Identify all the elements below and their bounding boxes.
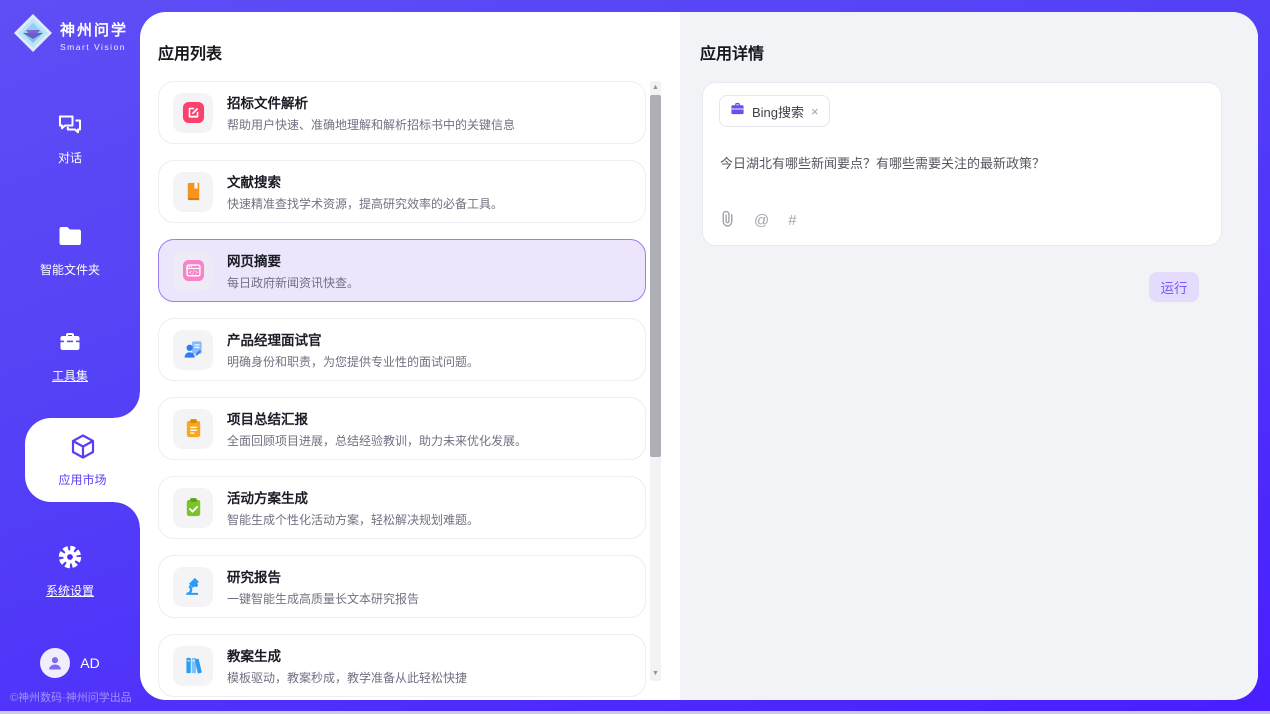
sidebar-item-smart-folder[interactable]: 智能文件夹 <box>0 222 140 278</box>
toolbox-icon <box>56 328 84 361</box>
app-card-desc: 模板驱动，教案秒成，教学准备从此轻松快捷 <box>227 669 467 686</box>
svg-text:</>: </> <box>188 270 198 276</box>
sidebar-item-label: 对话 <box>58 149 82 166</box>
folder-icon <box>56 222 84 255</box>
remove-tag-icon[interactable]: × <box>811 104 819 119</box>
app-window: 神州问学 Smart Vision 对话 智能文件夹 <box>0 0 1270 714</box>
scroll-down-icon[interactable]: ▼ <box>650 667 661 681</box>
app-card[interactable]: 项目总结汇报 全面回顾项目进展，总结经验教训，助力未来优化发展。 <box>158 397 646 460</box>
app-card-name: 教案生成 <box>227 645 467 665</box>
user-account[interactable]: AD <box>0 648 140 678</box>
content-panel: 应用列表 招标文件解析 帮助用户快速、准确地理解和解析招标书中的关键信息 文献搜… <box>140 12 1258 700</box>
app-card-name: 研究报告 <box>227 566 419 586</box>
prompt-input[interactable]: 今日湖北有哪些新闻要点？有哪些需要关注的最新政策？ <box>720 153 1205 172</box>
hashtag-icon[interactable]: # <box>788 212 796 229</box>
app-card-name: 网页摘要 <box>227 250 359 270</box>
scroll-up-icon[interactable]: ▲ <box>650 81 661 95</box>
avatar <box>40 648 70 678</box>
scrollbar-thumb[interactable] <box>650 95 661 457</box>
brand-name: 神州问学 <box>60 19 128 40</box>
sidebar-item-toolset[interactable]: 工具集 <box>0 328 140 384</box>
user-id-label: AD <box>80 655 99 671</box>
sidebar-item-label: 系统设置 <box>46 582 94 599</box>
app-card[interactable]: 活动方案生成 智能生成个性化活动方案，轻松解决规划难题。 <box>158 476 646 539</box>
app-card-name: 文献搜索 <box>227 171 503 191</box>
clipboard-check-icon <box>173 488 213 528</box>
app-card-name: 活动方案生成 <box>227 487 479 507</box>
copyright-footer: ©神州数码·神州问学出品 <box>10 689 132 705</box>
chat-icon <box>56 110 84 143</box>
sidebar-item-app-market[interactable]: 应用市场 <box>25 418 140 502</box>
sidebar-item-label: 智能文件夹 <box>40 261 100 278</box>
prompt-card: Bing搜索 × 今日湖北有哪些新闻要点？有哪些需要关注的最新政策？ @ # <box>702 82 1222 246</box>
app-card[interactable]: 产品经理面试官 明确身份和职责，为您提供专业性的面试问题。 <box>158 318 646 381</box>
app-card-desc: 快速精准查找学术资源，提高研究效率的必备工具。 <box>227 195 503 212</box>
sidebar-item-label: 工具集 <box>52 367 88 384</box>
app-card[interactable]: 研究报告 一键智能生成高质量长文本研究报告 <box>158 555 646 618</box>
app-card-name: 招标文件解析 <box>227 92 515 112</box>
books-icon <box>173 646 213 686</box>
app-card-desc: 明确身份和职责，为您提供专业性的面试问题。 <box>227 353 479 370</box>
tool-tag-bing-search[interactable]: Bing搜索 × <box>719 95 830 127</box>
brand-subtitle: Smart Vision <box>60 42 128 52</box>
app-card-name: 产品经理面试官 <box>227 329 479 349</box>
sidebar: 神州问学 Smart Vision 对话 智能文件夹 <box>0 0 140 711</box>
mention-icon[interactable]: @ <box>754 212 769 229</box>
sidebar-item-chat[interactable]: 对话 <box>0 110 140 166</box>
microscope-icon <box>173 567 213 607</box>
app-list: 招标文件解析 帮助用户快速、准确地理解和解析招标书中的关键信息 文献搜索 快速精… <box>158 81 646 700</box>
app-card-name: 项目总结汇报 <box>227 408 527 428</box>
sidebar-item-settings[interactable]: 系统设置 <box>0 543 140 599</box>
app-card-desc: 帮助用户快速、准确地理解和解析招标书中的关键信息 <box>227 116 515 133</box>
browser-code-icon: </> <box>173 251 213 291</box>
cube-icon <box>68 432 98 467</box>
diamond-logo-icon <box>12 12 54 59</box>
app-detail-title: 应用详情 <box>700 40 764 64</box>
app-detail-section: 应用详情 Bing搜索 × 今日湖北有哪些新闻要点？有哪些需要关注的最新政策？ <box>680 12 1258 700</box>
app-card[interactable]: 教案生成 模板驱动，教案秒成，教学准备从此轻松快捷 <box>158 634 646 697</box>
brand-logo: 神州问学 Smart Vision <box>12 12 128 59</box>
app-card-desc: 一键智能生成高质量长文本研究报告 <box>227 590 419 607</box>
person-doc-icon <box>173 330 213 370</box>
app-list-title: 应用列表 <box>158 40 222 64</box>
paperclip-icon[interactable] <box>720 210 735 231</box>
edit-square-icon <box>173 93 213 133</box>
app-card[interactable]: 招标文件解析 帮助用户快速、准确地理解和解析招标书中的关键信息 <box>158 81 646 144</box>
prompt-toolbar: @ # <box>720 210 797 231</box>
clipboard-icon <box>173 409 213 449</box>
gear-icon <box>56 543 84 576</box>
briefcase-icon <box>730 101 745 121</box>
tool-tag-label: Bing搜索 <box>752 102 804 121</box>
app-card-desc: 智能生成个性化活动方案，轻松解决规划难题。 <box>227 511 479 528</box>
app-card-desc: 每日政府新闻资讯快查。 <box>227 274 359 291</box>
book-icon <box>173 172 213 212</box>
sidebar-item-label: 应用市场 <box>58 471 106 488</box>
app-list-scrollbar[interactable]: ▲ ▼ <box>650 81 661 681</box>
run-button[interactable]: 运行 <box>1149 272 1199 302</box>
app-card[interactable]: 文献搜索 快速精准查找学术资源，提高研究效率的必备工具。 <box>158 160 646 223</box>
app-card[interactable]: </> 网页摘要 每日政府新闻资讯快查。 <box>158 239 646 302</box>
app-card-desc: 全面回顾项目进展，总结经验教训，助力未来优化发展。 <box>227 432 527 449</box>
